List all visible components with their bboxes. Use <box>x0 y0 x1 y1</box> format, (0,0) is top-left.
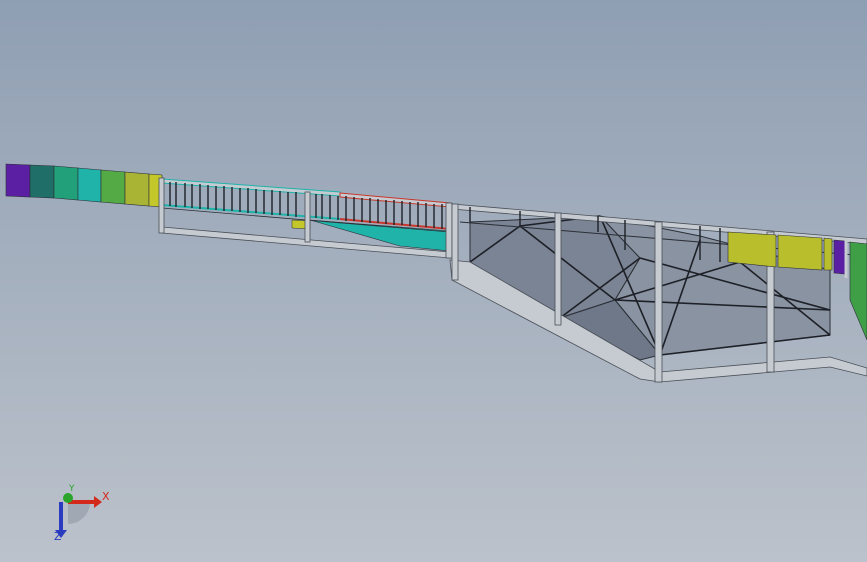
strip-segment-4 <box>77 167 102 203</box>
post-2 <box>554 212 562 326</box>
end-post-left <box>158 177 165 234</box>
yellow-block-3 <box>823 237 833 271</box>
purple-block <box>833 239 846 275</box>
strip-segment-2 <box>29 164 55 199</box>
strip-segment-3 <box>53 165 79 201</box>
z-axis-label: Z <box>54 530 62 543</box>
y-axis-label: Y <box>69 484 75 494</box>
yellow-block-2 <box>777 234 823 271</box>
post-1 <box>451 203 459 281</box>
post-3 <box>654 221 663 383</box>
yellow-block-1 <box>727 231 777 268</box>
x-axis-label: X <box>102 490 110 503</box>
end-post-right <box>445 202 453 259</box>
x-axis-head <box>94 496 102 508</box>
mid-post <box>304 191 311 243</box>
triad-arc <box>68 502 90 524</box>
strip-segment-6 <box>124 171 150 207</box>
strip-segment-5 <box>100 169 126 205</box>
orientation-triad[interactable]: X Y Z <box>50 484 120 554</box>
model-viewport[interactable] <box>0 0 867 562</box>
strip-segment-1 <box>5 163 31 198</box>
